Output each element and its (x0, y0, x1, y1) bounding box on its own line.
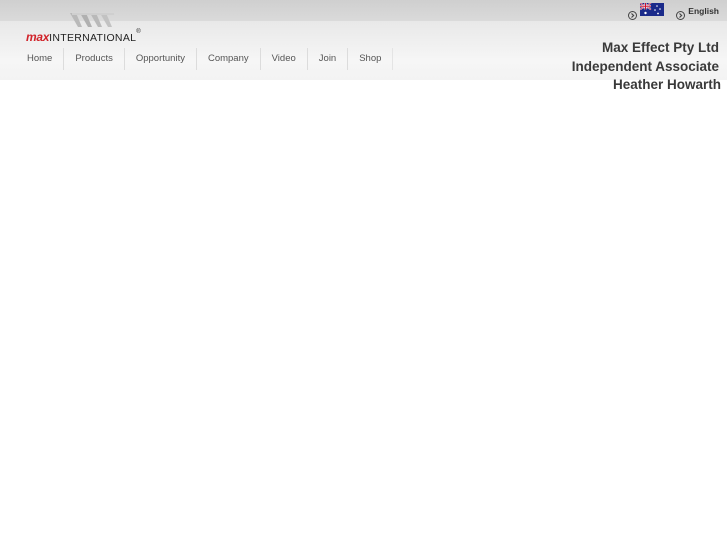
nav-item-products[interactable]: Products (64, 48, 125, 70)
logo-mark-icon (70, 13, 114, 27)
logo-registered-mark: ® (136, 29, 141, 35)
nav-item-company[interactable]: Company (197, 48, 261, 70)
circle-arrow-right-icon[interactable] (676, 7, 686, 20)
max-international-logo[interactable]: maxINTERNATIONAL® (26, 12, 166, 44)
logo-wordmark: maxINTERNATIONAL® (26, 29, 141, 44)
nav-item-shop[interactable]: Shop (348, 48, 394, 70)
logo-international-text: INTERNATIONAL (49, 32, 137, 44)
top-links: English (628, 1, 719, 20)
associate-name: Heather Howarth (612, 77, 721, 92)
site-header: maxINTERNATIONAL® English Home Products … (0, 0, 727, 92)
nav-item-video[interactable]: Video (261, 48, 308, 70)
logo-max-text: max (26, 30, 50, 44)
circle-arrow-right-icon[interactable] (628, 7, 638, 20)
australia-flag-icon[interactable] (639, 1, 665, 16)
language-link-english[interactable]: English (688, 6, 719, 16)
associate-role: Independent Associate (571, 58, 719, 74)
associate-company: Max Effect Pty Ltd (601, 40, 719, 55)
nav-item-home[interactable]: Home (16, 48, 65, 70)
nav-item-join[interactable]: Join (308, 48, 349, 70)
nav-item-opportunity[interactable]: Opportunity (125, 48, 197, 70)
associate-info: Max Effect Pty Ltd Independent Associate… (572, 39, 721, 95)
main-nav: Home Products Opportunity Company Video … (16, 48, 394, 70)
